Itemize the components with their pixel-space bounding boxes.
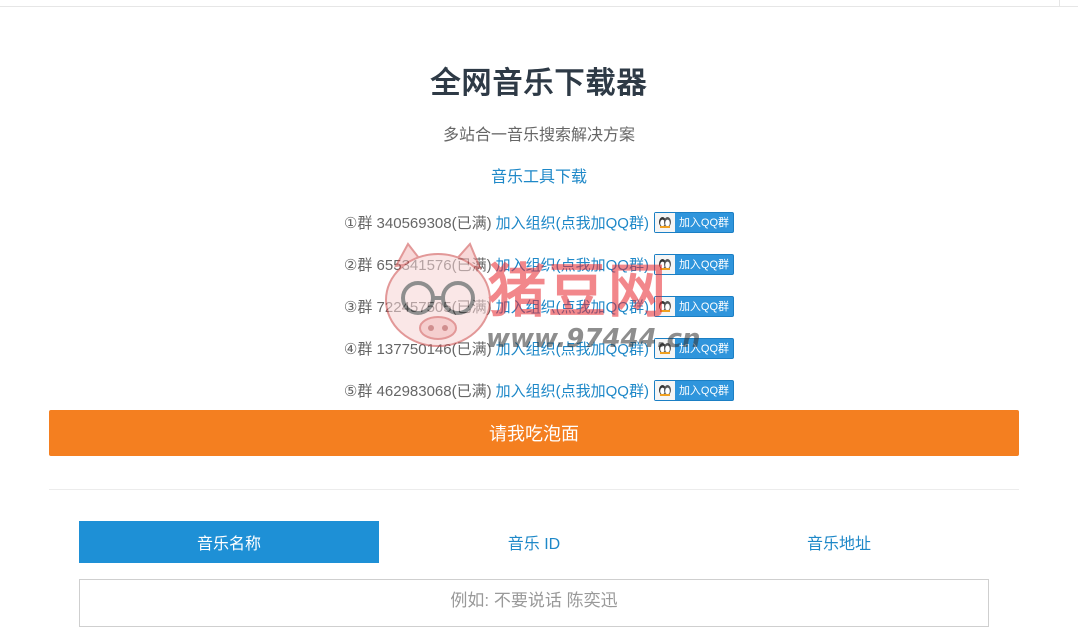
qq-penguin-icon xyxy=(654,380,675,400)
qq-group-list: ①群 340569308(已满) 加入组织(点我加QQ群) 加入QQ群 ②群 6… xyxy=(0,201,1078,411)
top-bar-tick xyxy=(1059,0,1060,6)
tab-music-name[interactable]: 音乐名称 xyxy=(79,521,379,563)
search-type-tabs: 音乐名称 音乐 ID 音乐地址 xyxy=(79,521,989,563)
join-qq-group-label: 加入QQ群 xyxy=(678,259,730,271)
tab-music-id[interactable]: 音乐 ID xyxy=(384,521,684,563)
join-qq-group-label: 加入QQ群 xyxy=(678,301,730,313)
qq-group-row: ⑤群 462983068(已满) 加入组织(点我加QQ群) 加入QQ群 xyxy=(0,369,1078,411)
page-title: 全网音乐下载器 xyxy=(430,67,648,100)
qq-group-number: ④群 137750146(已满) xyxy=(343,340,492,358)
qq-group-row: ②群 655341576(已满) 加入组织(点我加QQ群) 加入QQ群 xyxy=(0,243,1078,285)
qq-group-row: ③群 722457505(已满) 加入组织(点我加QQ群) 加入QQ群 xyxy=(0,285,1078,327)
qq-penguin-icon xyxy=(654,254,675,274)
divider xyxy=(49,489,1019,490)
join-qq-group-button[interactable]: 加入QQ群 xyxy=(653,295,735,317)
music-tool-download-link[interactable]: 音乐工具下载 xyxy=(0,163,1078,187)
qq-penguin-icon xyxy=(654,296,675,316)
buy-noodles-button[interactable]: 请我吃泡面 xyxy=(49,410,1019,456)
page-subtitle: 多站合一音乐搜索解决方案 xyxy=(442,127,635,144)
join-group-link[interactable]: 加入组织(点我加QQ群) xyxy=(496,296,649,317)
qq-group-number: ⑤群 462983068(已满) xyxy=(343,382,492,400)
qq-penguin-icon xyxy=(654,338,675,358)
join-qq-group-button[interactable]: 加入QQ群 xyxy=(653,253,735,275)
join-qq-group-button[interactable]: 加入QQ群 xyxy=(653,337,735,359)
qq-penguin-icon xyxy=(654,212,675,232)
join-group-link[interactable]: 加入组织(点我加QQ群) xyxy=(496,212,649,233)
qq-group-number: ②群 655341576(已满) xyxy=(343,256,492,274)
join-qq-group-button[interactable]: 加入QQ群 xyxy=(653,211,735,233)
tab-music-url[interactable]: 音乐地址 xyxy=(689,521,989,563)
join-qq-group-button[interactable]: 加入QQ群 xyxy=(653,379,735,401)
top-bar xyxy=(0,0,1078,7)
qq-group-number: ③群 722457505(已满) xyxy=(343,298,492,316)
join-qq-group-label: 加入QQ群 xyxy=(678,217,730,229)
join-group-link[interactable]: 加入组织(点我加QQ群) xyxy=(496,254,649,275)
join-group-link[interactable]: 加入组织(点我加QQ群) xyxy=(496,380,649,401)
join-group-link[interactable]: 加入组织(点我加QQ群) xyxy=(496,338,649,359)
qq-group-row: ④群 137750146(已满) 加入组织(点我加QQ群) 加入QQ群 xyxy=(0,327,1078,369)
qq-group-row: ①群 340569308(已满) 加入组织(点我加QQ群) 加入QQ群 xyxy=(0,201,1078,243)
join-qq-group-label: 加入QQ群 xyxy=(678,385,730,397)
join-qq-group-label: 加入QQ群 xyxy=(678,343,730,355)
search-input[interactable] xyxy=(80,590,988,612)
search-box xyxy=(79,579,989,627)
qq-group-number: ①群 340569308(已满) xyxy=(343,214,492,232)
